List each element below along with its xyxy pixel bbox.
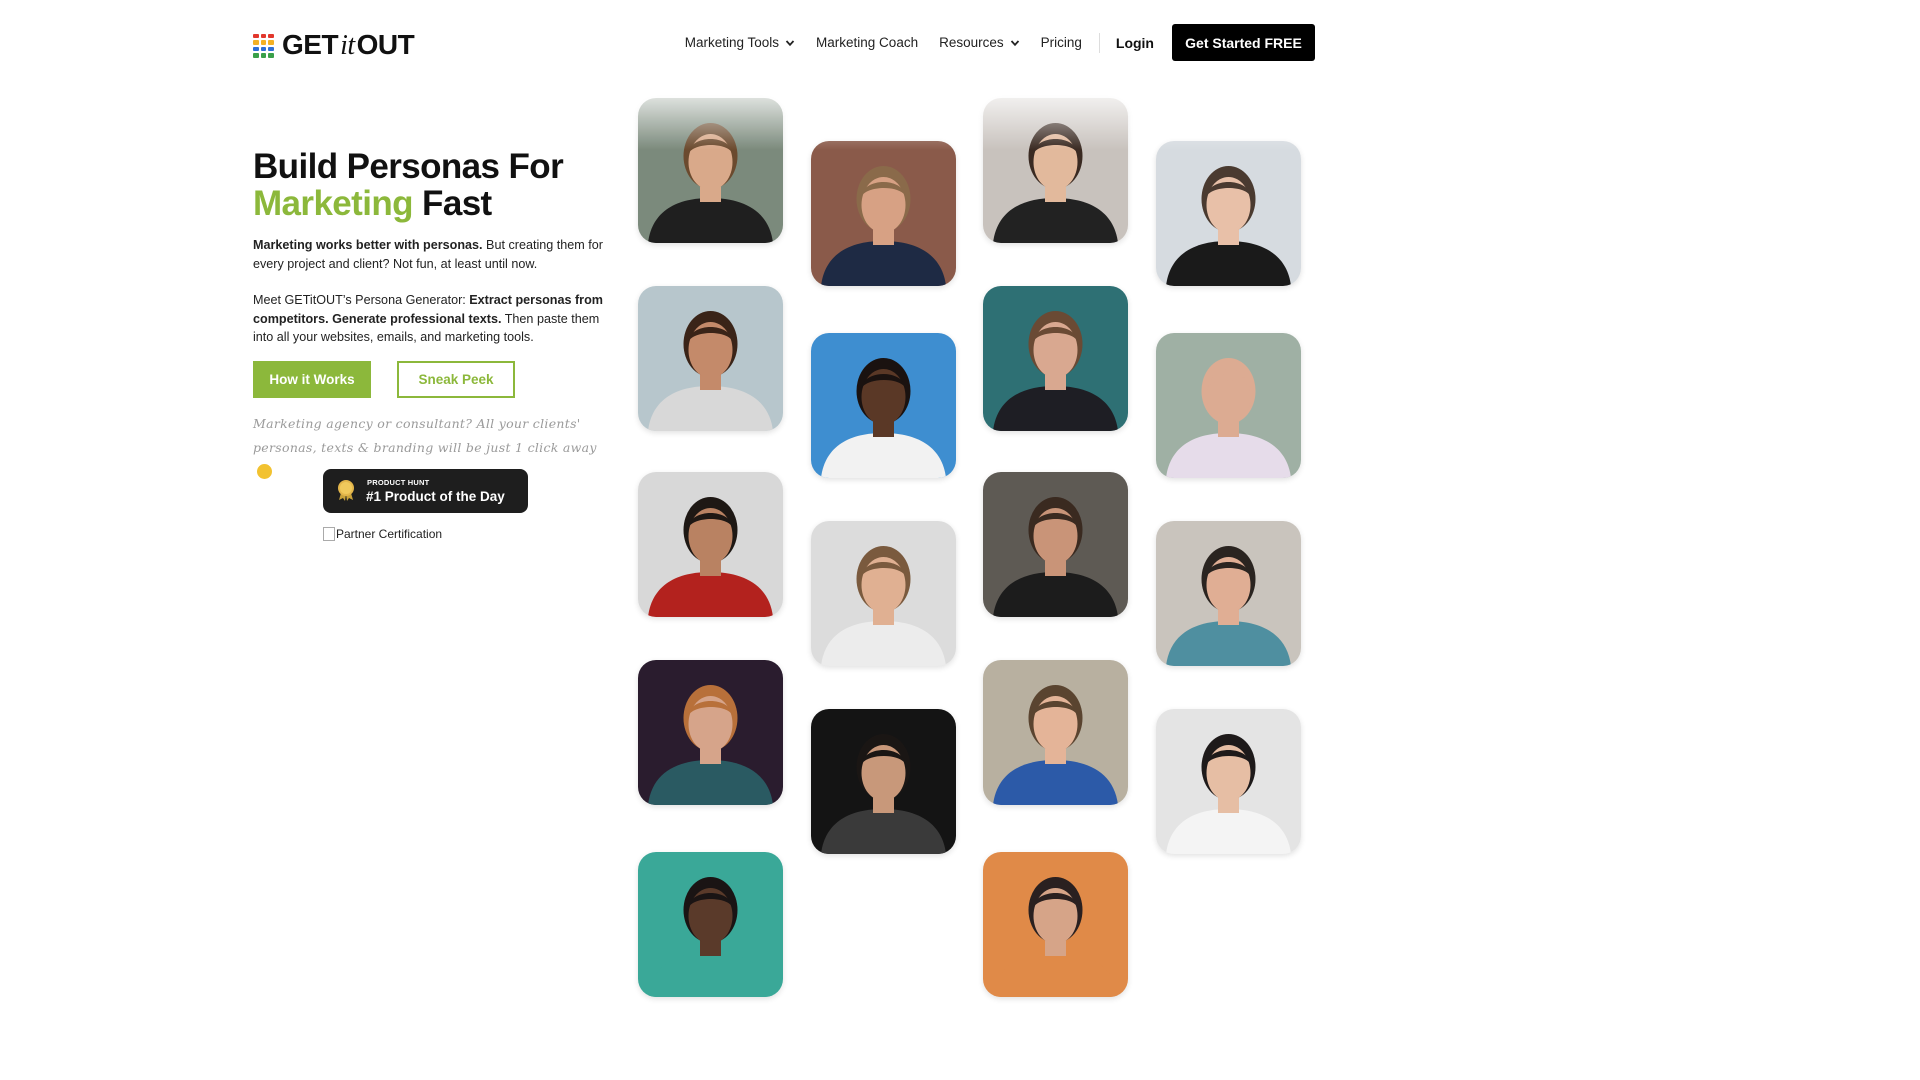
intro-bold-text: Marketing works better with personas. [253, 238, 483, 252]
generator-paragraph: Meet GETitOUT’s Persona Generator: Extra… [253, 291, 603, 347]
medal-icon [338, 480, 354, 501]
persona-photo-man-beard-black-tshirt [983, 472, 1128, 617]
portrait-illustration [1156, 521, 1301, 666]
persona-photo-man-glasses-hoodie [811, 521, 956, 666]
logo-word-it: it [340, 30, 355, 61]
portrait-illustration [1156, 333, 1301, 478]
product-hunt-badge[interactable]: PRODUCT HUNT #1 Product of the Day [323, 469, 528, 513]
chevron-down-icon [1010, 39, 1019, 46]
broken-image-icon [323, 527, 335, 541]
logo-word-get: GET [282, 29, 339, 60]
sneak-peek-button[interactable]: Sneak Peek [397, 360, 515, 398]
partner-certification-alt: Partner Certification [336, 527, 443, 541]
persona-photo-grid [0, 0, 1568, 997]
nav-item-marketing-tools[interactable]: Marketing Tools [685, 35, 795, 50]
generator-intro-text: Meet GETitOUT’s Persona Generator: [253, 293, 466, 307]
portrait-illustration [811, 709, 956, 854]
hero-section: Build Personas For Marketing Fast Market… [253, 148, 603, 484]
badge-title: #1 Product of the Day [366, 489, 505, 504]
persona-photo-woman-teal-partial [638, 852, 783, 997]
persona-photo-man-beard-glasses-teal [983, 286, 1128, 431]
logo-word-out: OUT [356, 29, 415, 60]
persona-photo-woman-curly-hair-striped-blazer [638, 286, 783, 431]
portrait-illustration [983, 286, 1128, 431]
portrait-illustration [1156, 709, 1301, 854]
intro-paragraph: Marketing works better with personas. Bu… [253, 236, 603, 273]
persona-photo-man-suit-brick-wall [811, 141, 956, 286]
persona-photo-man-smiling-white-shirt-blue [811, 333, 956, 478]
persona-photo-bald-man-tie [1156, 333, 1301, 478]
chevron-down-icon [785, 39, 795, 46]
persona-photo-man-dark-grey-coat [811, 709, 956, 854]
how-it-works-button[interactable]: How it Works [253, 360, 371, 398]
hero-buttons: How it Works Sneak Peek [253, 360, 603, 398]
portrait-illustration [983, 98, 1128, 243]
logo[interactable]: GETitOUT [253, 29, 415, 61]
persona-photo-man-red-shirt-glasses [638, 472, 783, 617]
nav-item-pricing[interactable]: Pricing [1041, 35, 1082, 50]
portrait-illustration [811, 333, 956, 478]
title-end-word: Fast [422, 184, 492, 223]
logo-mark-icon [253, 33, 275, 58]
portrait-illustration [638, 98, 783, 243]
nav-item-label: Resources [939, 35, 1004, 50]
persona-photo-woman-glasses-leather-jacket [983, 98, 1128, 243]
nav-divider [1098, 32, 1100, 53]
party-face-emoji-icon [257, 463, 272, 479]
logo-wordmark: GETitOUT [282, 29, 415, 61]
portrait-illustration [811, 521, 956, 666]
login-link[interactable]: Login [1116, 35, 1154, 51]
get-started-button[interactable]: Get Started FREE [1172, 24, 1315, 61]
portrait-illustration [811, 141, 956, 286]
portrait-illustration [1156, 141, 1301, 286]
portrait-illustration [638, 660, 783, 805]
page-title: Build Personas For Marketing Fast [253, 148, 603, 222]
portrait-illustration [638, 852, 783, 997]
portrait-illustration [983, 472, 1128, 617]
title-accent-word: Marketing [253, 184, 414, 223]
agency-note-text: Marketing agency or consultant? All your… [253, 415, 597, 455]
persona-photo-man-blue-blazer [983, 660, 1128, 805]
portrait-illustration [638, 286, 783, 431]
partner-certification-image: Partner Certification [323, 527, 442, 541]
main-nav: Marketing Tools Marketing Coach Resource… [685, 24, 1315, 61]
portrait-illustration [983, 852, 1128, 997]
nav-item-label: Pricing [1040, 35, 1082, 50]
nav-item-label: Marketing Coach [816, 35, 919, 50]
nav-item-label: Marketing Tools [684, 35, 780, 50]
persona-photo-man-denim-shirt [1156, 521, 1301, 666]
portrait-illustration [638, 472, 783, 617]
persona-photo-woman-red-curly-hair [638, 660, 783, 805]
persona-photo-woman-glasses-long-hair [638, 98, 783, 243]
nav-item-marketing-coach[interactable]: Marketing Coach [816, 35, 918, 50]
nav-item-resources[interactable]: Resources [939, 35, 1020, 50]
persona-photo-man-glasses-black-blazer [1156, 141, 1301, 286]
persona-photo-woman-orange-partial [983, 852, 1128, 997]
portrait-illustration [983, 660, 1128, 805]
badge-label: PRODUCT HUNT [367, 478, 430, 487]
persona-photo-woman-bun-white-tshirt [1156, 709, 1301, 854]
title-line-1: Build Personas For [253, 147, 564, 186]
